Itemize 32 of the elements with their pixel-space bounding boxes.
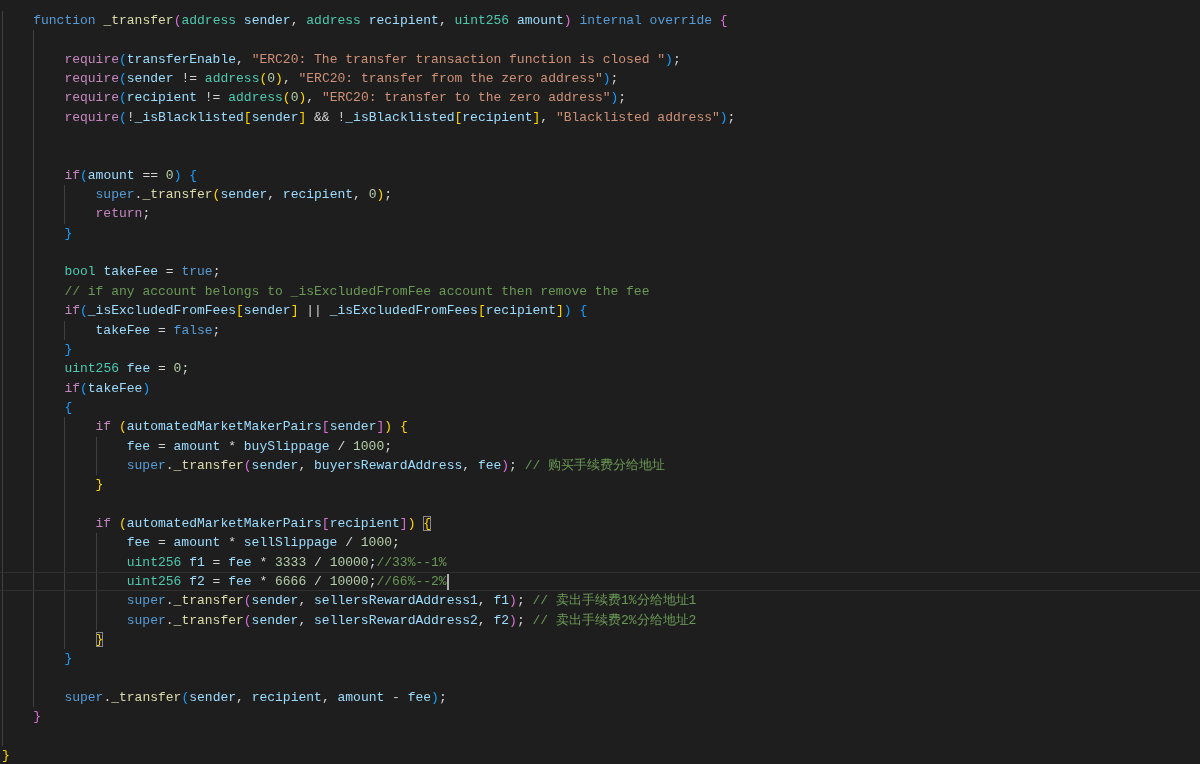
code-line: if (automatedMarketMakerPairs[recipient]) {	[95, 514, 432, 533]
code-line: super._transfer(sender, recipient, amount - fee);	[64, 689, 447, 708]
code-line: require(!_isBlacklisted[sender] && !_isBlacklisted[recipient], "Blacklisted address");	[64, 108, 736, 127]
code-line: if(amount == 0) {	[64, 166, 198, 185]
code-line: if(_isExcludedFromFees[sender] || _isExcludedFromFees[recipient]) {	[64, 302, 588, 321]
code-line: super._transfer(sender, recipient, 0);	[95, 186, 393, 205]
code-line: function _transfer(address sender, address recipient, uint256 amount) internal override {	[33, 12, 728, 30]
code-line: }	[33, 708, 41, 727]
code-line: require(transferEnable, "ERC20: The transfer transaction function is closed ");	[64, 50, 681, 69]
code-line: // if any account belongs to _isExcludedFromFee account then remove the fee	[64, 282, 650, 301]
code-line: }	[95, 631, 104, 649]
code-line: super._transfer(sender, sellersRewardAddress1, f1); // 卖出手续费1%分给地址1	[126, 592, 697, 611]
code-line: {	[64, 398, 73, 417]
code-line: require(recipient != address(0), "ERC20: transfer to the zero address");	[64, 89, 627, 108]
code-line: }	[95, 476, 104, 495]
code-line: if(takeFee)	[64, 379, 151, 398]
code-line: require(sender != address(0), "ERC20: transfer from the zero address");	[64, 70, 619, 89]
code-line: uint256 f1 = fee * 3333 / 10000;//33%--1%	[126, 553, 447, 572]
code-line: }	[2, 747, 10, 764]
code-line: bool takeFee = true;	[64, 263, 221, 282]
code-line: uint256 fee = 0;	[64, 360, 190, 379]
code-line: uint256 f2 = fee * 6666 / 10000;//66%--2%	[126, 572, 449, 591]
code-line: return;	[95, 205, 151, 224]
code-line: fee = amount * sellSlippage / 1000;	[126, 534, 400, 553]
code-line: }	[64, 224, 73, 243]
code-line: super._transfer(sender, buyersRewardAddress, fee); // 购买手续费分给地址	[126, 456, 666, 475]
code-line: }	[64, 340, 73, 359]
code-line: super._transfer(sender, sellersRewardAddress2, f2); // 卖出手续费2%分给地址2	[126, 611, 697, 630]
code-line: fee = amount * buySlippage / 1000;	[126, 437, 393, 456]
code-line: if (automatedMarketMakerPairs[sender]) {	[95, 418, 408, 437]
code-line: }	[64, 650, 73, 669]
code-line: takeFee = false;	[95, 321, 221, 340]
